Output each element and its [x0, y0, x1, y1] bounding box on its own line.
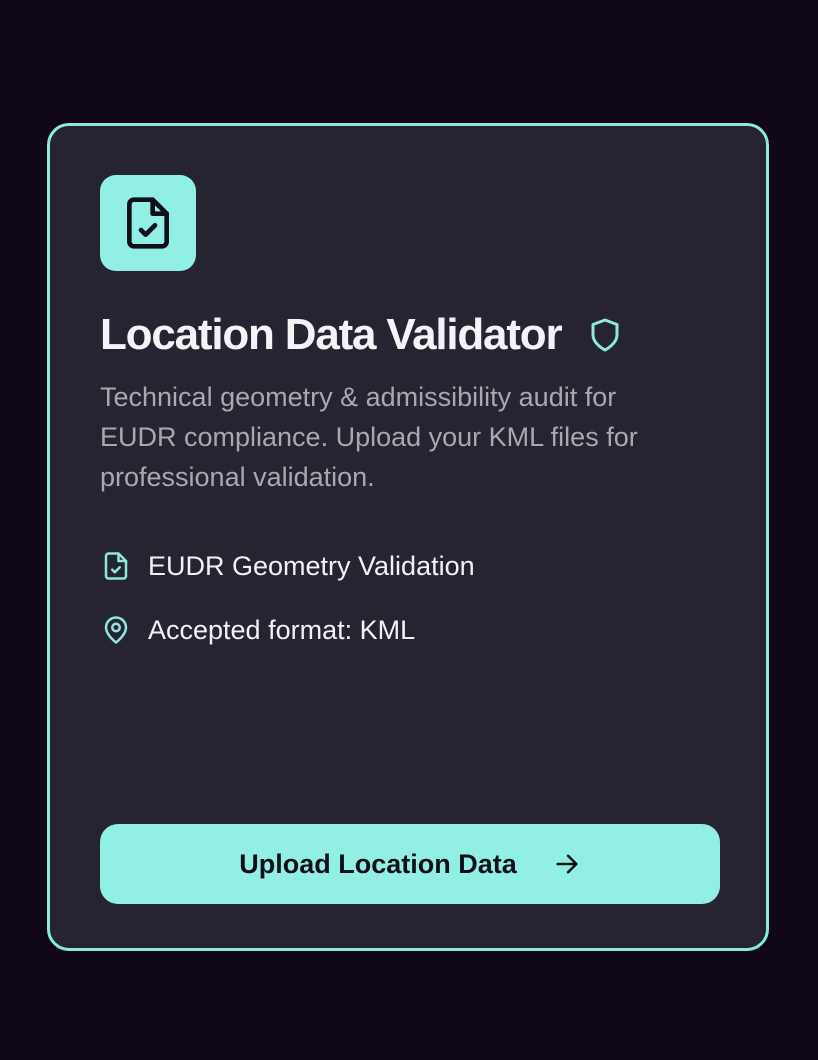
- map-pin-icon: [100, 614, 132, 646]
- upload-location-data-button[interactable]: Upload Location Data: [100, 824, 720, 904]
- feature-label: EUDR Geometry Validation: [148, 550, 475, 581]
- shield-icon: [587, 315, 623, 355]
- file-check-icon: [100, 175, 196, 271]
- file-check-icon: [100, 550, 132, 582]
- arrow-right-icon: [553, 850, 581, 878]
- feature-item-geometry-validation: EUDR Geometry Validation: [100, 546, 475, 586]
- feature-item-accepted-format: Accepted format: KML: [100, 610, 415, 650]
- card-description: Technical geometry & admissibility audit…: [100, 382, 638, 492]
- page-title: Location Data Validator: [100, 310, 563, 359]
- validator-card: Location Data Validator Technical geomet…: [47, 123, 769, 951]
- upload-button-label: Upload Location Data: [239, 848, 517, 879]
- feature-label: Accepted format: KML: [148, 614, 416, 645]
- title-row: Location Data Validator: [100, 306, 623, 364]
